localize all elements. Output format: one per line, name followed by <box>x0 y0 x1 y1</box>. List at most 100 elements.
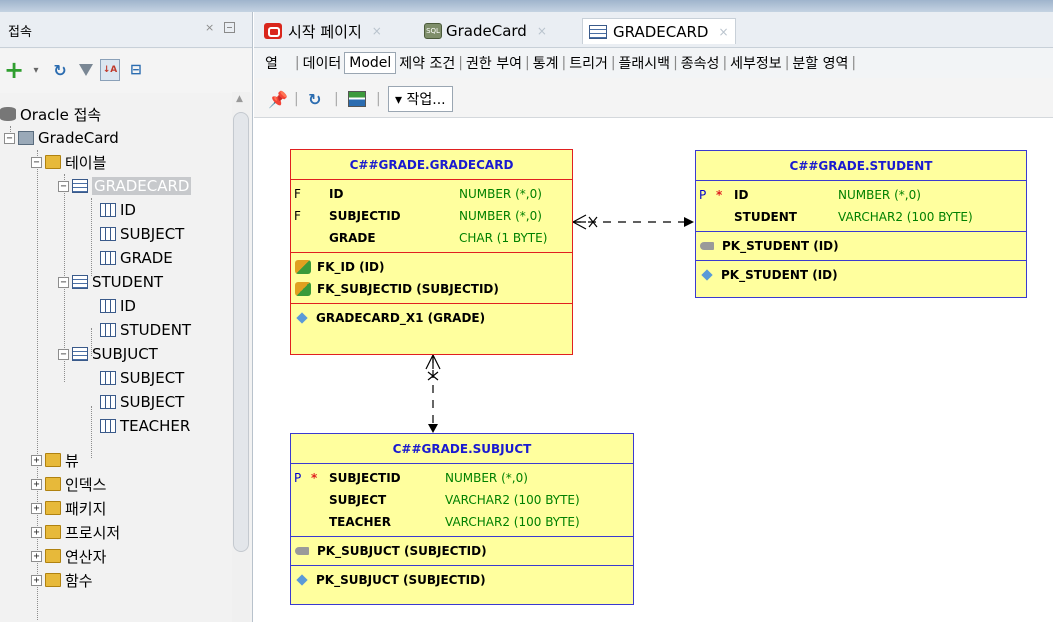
tree-node-student-table[interactable]: − STUDENT <box>58 270 163 294</box>
add-connection-icon[interactable]: + <box>4 58 24 82</box>
foreign-key-row[interactable]: FK_SUBJECTID (SUBJECTID) <box>291 278 572 300</box>
collapse-toggle[interactable]: − <box>4 132 15 144</box>
tree-node-column[interactable]: SUBJECT <box>100 390 184 414</box>
model-diagram-canvas[interactable]: C##GRADE.GRADECARD F ID NUMBER (*,0) F S… <box>254 119 1053 622</box>
tree-node-column[interactable]: GRADE <box>100 246 173 270</box>
tree-node-column[interactable]: ID <box>100 294 136 318</box>
expand-toggle[interactable]: + <box>31 550 42 562</box>
tree-node-column[interactable]: SUBJECT <box>100 366 184 390</box>
entity-title: C##GRADE.GRADECARD <box>291 150 572 180</box>
tab-gradecard-sql[interactable]: SQL GradeCard × <box>418 18 553 44</box>
connections-toolbar: + ▾ ↻ ↓A ⊟ <box>0 49 252 93</box>
index-row[interactable]: PK_SUBJUCT (SUBJECTID) <box>291 569 633 591</box>
tree-node-procedures[interactable]: + 프로시저 <box>31 520 120 544</box>
tree-node-column[interactable]: TEACHER <box>100 414 190 438</box>
tree-node-gradecard-table[interactable]: − GRADECARD <box>58 174 192 198</box>
index-row[interactable]: GRADECARD_X1 (GRADE) <box>291 307 572 329</box>
foreign-key-icon <box>295 260 311 274</box>
entity-keys: PK_SUBJUCT (SUBJECTID) <box>291 537 633 566</box>
minimize-icon[interactable] <box>224 22 235 33</box>
subtab-dependencies[interactable]: 종속성 <box>678 53 723 73</box>
expand-toggle[interactable]: + <box>31 454 42 466</box>
sort-icon[interactable]: ↓A <box>100 59 120 81</box>
close-icon[interactable]: × <box>205 21 214 34</box>
folder-icon <box>45 525 61 539</box>
entity-column-row[interactable]: STUDENT VARCHAR2 (100 BYTE) <box>696 206 1026 228</box>
subtab-statistics[interactable]: 통계 <box>530 53 562 73</box>
entity-indexes: PK_SUBJUCT (SUBJECTID) <box>291 566 633 594</box>
connections-panel: 접속 × + ▾ ↻ ↓A ⊟ Oracle 접속 − GradeCard − … <box>0 12 253 622</box>
collapse-toggle[interactable]: − <box>58 180 69 192</box>
subtab-constraints[interactable]: 제약 조건 <box>396 53 458 73</box>
column-icon <box>100 395 116 409</box>
subtab-model[interactable]: Model <box>344 52 397 74</box>
table-icon <box>72 347 88 361</box>
expand-toggle[interactable]: + <box>31 526 42 538</box>
tree-node-functions[interactable]: + 함수 <box>31 568 93 592</box>
subtab-details[interactable]: 세부정보 <box>727 53 785 73</box>
tree-node-views[interactable]: + 뷰 <box>31 448 79 472</box>
entity-subjuct[interactable]: C##GRADE.SUBJUCT P * SUBJECTID NUMBER (*… <box>290 433 634 605</box>
tree-node-indexes[interactable]: + 인덱스 <box>31 472 106 496</box>
collapse-toggle[interactable]: − <box>58 276 69 288</box>
foreign-key-row[interactable]: FK_ID (ID) <box>291 256 572 278</box>
expand-toggle[interactable]: + <box>31 574 42 586</box>
tree-node-subjuct-table[interactable]: − SUBJUCT <box>58 342 158 366</box>
tree-node-tables[interactable]: − 테이블 <box>31 150 106 174</box>
refresh-icon[interactable]: ↻ <box>308 88 321 110</box>
tree-node-column[interactable]: ID <box>100 198 136 222</box>
layout-icon[interactable] <box>348 88 366 110</box>
refresh-icon[interactable]: ↻ <box>50 59 70 81</box>
tree-node-oracle-connections[interactable]: Oracle 접속 <box>0 102 101 126</box>
subtab-columns[interactable]: 열 <box>262 53 281 73</box>
scroll-up-icon[interactable]: ▲ <box>236 94 243 104</box>
subtab-grants[interactable]: 권한 부여 <box>463 53 525 73</box>
collapse-toggle[interactable]: − <box>58 348 69 360</box>
model-toolbar: 📌 | ↻ | | ▾ 작업... <box>254 78 1053 118</box>
expand-toggle[interactable]: + <box>31 478 42 490</box>
index-row[interactable]: PK_STUDENT (ID) <box>696 264 1026 286</box>
entity-column-row[interactable]: TEACHER VARCHAR2 (100 BYTE) <box>291 511 633 533</box>
entity-column-row[interactable]: F ID NUMBER (*,0) <box>291 183 572 205</box>
filter-icon[interactable] <box>76 59 96 81</box>
collapse-toggle[interactable]: − <box>31 156 42 168</box>
entity-column-row[interactable]: GRADE CHAR (1 BYTE) <box>291 227 572 249</box>
close-icon[interactable]: × <box>718 25 728 39</box>
tab-start-page[interactable]: 시작 페이지 × <box>258 18 388 44</box>
primary-key-row[interactable]: PK_SUBJUCT (SUBJECTID) <box>291 540 633 562</box>
close-icon[interactable]: × <box>537 24 547 38</box>
tab-label: 시작 페이지 <box>288 22 362 41</box>
entity-column-row[interactable]: F SUBJECTID NUMBER (*,0) <box>291 205 572 227</box>
entity-column-row[interactable]: P * SUBJECTID NUMBER (*,0) <box>291 467 633 489</box>
table-icon <box>72 275 88 289</box>
tree-label: 테이블 <box>65 153 107 172</box>
subtab-data[interactable]: 데이터 <box>300 53 345 73</box>
tree-node-column[interactable]: SUBJECT <box>100 222 184 246</box>
entity-gradecard[interactable]: C##GRADE.GRADECARD F ID NUMBER (*,0) F S… <box>290 149 573 355</box>
primary-key-icon <box>295 547 309 555</box>
tree-label: Oracle 접속 <box>20 105 102 124</box>
tree-node-packages[interactable]: + 패키지 <box>31 496 106 520</box>
chevron-down-icon[interactable]: ▾ <box>26 59 46 81</box>
folder-icon <box>45 573 61 587</box>
entity-column-row[interactable]: P * ID NUMBER (*,0) <box>696 184 1026 206</box>
entity-column-row[interactable]: SUBJECT VARCHAR2 (100 BYTE) <box>291 489 633 511</box>
entity-student[interactable]: C##GRADE.STUDENT P * ID NUMBER (*,0) STU… <box>695 150 1027 298</box>
connections-tabbar: 접속 × <box>0 12 252 48</box>
tree-node-gradecard-connection[interactable]: − GradeCard <box>4 126 119 150</box>
tree-label: 뷰 <box>65 451 79 470</box>
pin-icon[interactable]: 📌 <box>268 88 288 110</box>
tree-node-column[interactable]: STUDENT <box>100 318 191 342</box>
expand-toggle[interactable]: + <box>31 502 42 514</box>
connection-icon <box>18 131 34 145</box>
subtab-triggers[interactable]: 트리거 <box>566 53 611 73</box>
schema-browser-icon[interactable]: ⊟ <box>126 59 146 81</box>
tree-scrollbar-thumb[interactable] <box>233 112 249 552</box>
close-icon[interactable]: × <box>372 24 382 38</box>
tree-node-operators[interactable]: + 연산자 <box>31 544 106 568</box>
subtab-flashback[interactable]: 플래시백 <box>616 53 674 73</box>
primary-key-row[interactable]: PK_STUDENT (ID) <box>696 235 1026 257</box>
tab-gradecard-table[interactable]: GRADECARD × <box>582 18 736 44</box>
actions-button[interactable]: ▾ 작업... <box>388 86 453 112</box>
subtab-partitions[interactable]: 분할 영역 <box>789 53 851 73</box>
